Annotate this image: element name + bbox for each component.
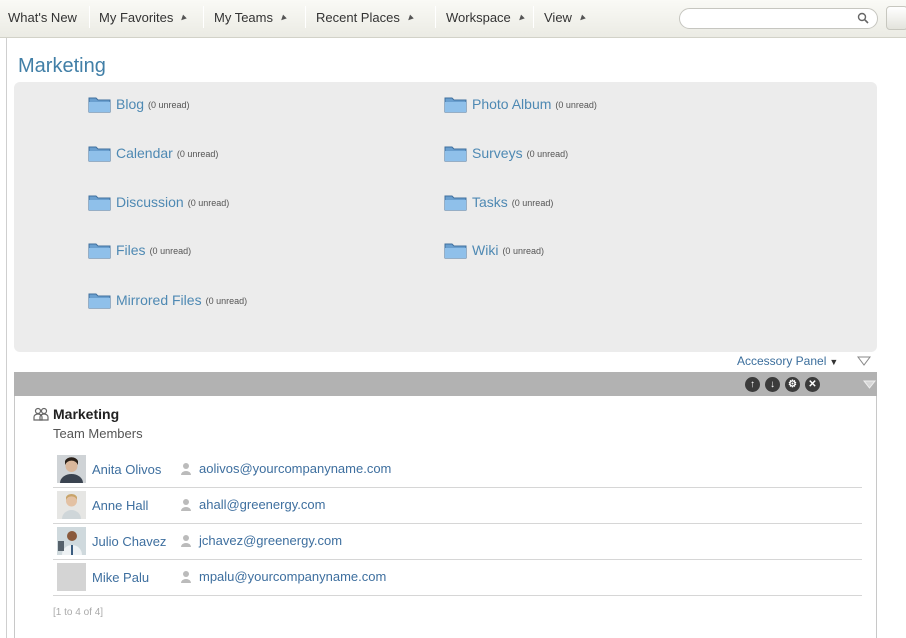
member-name[interactable]: Anne Hall: [92, 498, 148, 513]
nav-divider: [305, 6, 306, 28]
member-name[interactable]: Julio Chavez: [92, 534, 166, 549]
app-link-surveys[interactable]: Surveys (0 unread): [444, 144, 568, 162]
nav-label: My Favorites: [99, 10, 174, 25]
member-row: Anne Hall ahall@greenergy.com: [53, 488, 862, 524]
app-name: Discussion: [116, 194, 184, 210]
folder-icon: [88, 293, 111, 309]
nav-divider: [89, 6, 90, 28]
member-name[interactable]: Mike Palu: [92, 570, 149, 585]
nav-recent-places[interactable]: Recent Places ▼: [316, 10, 417, 25]
app-unread-count: (0 unread): [176, 149, 219, 159]
arrow-down-icon[interactable]: ↓: [765, 377, 780, 392]
app-name: Wiki: [472, 242, 499, 258]
nav-label: What's New: [8, 10, 77, 25]
close-icon[interactable]: ✕: [805, 377, 820, 392]
app-link-photo-album[interactable]: Photo Album (0 unread): [444, 95, 597, 113]
app-link-files[interactable]: Files (0 unread): [88, 241, 191, 259]
pagination-info: [1 to 4 of 4]: [53, 607, 104, 618]
app-name: Blog: [116, 96, 145, 112]
person-icon: [181, 571, 191, 583]
nav-whats-new[interactable]: What's New: [8, 10, 77, 25]
nav-label: Workspace: [446, 10, 511, 25]
gear-icon[interactable]: ⚙: [785, 377, 800, 392]
member-row: Mike Palu mpalu@yourcompanyname.com: [53, 560, 862, 596]
nav-my-favorites[interactable]: My Favorites ▼: [99, 10, 191, 25]
nav-divider: [533, 6, 534, 28]
chevron-down-icon: ▼: [575, 11, 590, 25]
app-link-wiki[interactable]: Wiki (0 unread): [444, 241, 544, 259]
avatar[interactable]: [57, 527, 86, 555]
app-unread-count: (0 unread): [149, 246, 192, 256]
team-subtitle: Team Members: [53, 426, 143, 441]
nav-label: My Teams: [214, 10, 273, 25]
member-name[interactable]: Anita Olivos: [92, 462, 161, 477]
apps-panel: [14, 82, 877, 352]
app-name: Surveys: [472, 145, 523, 161]
nav-my-teams[interactable]: My Teams ▼: [214, 10, 291, 25]
person-icon: [181, 499, 191, 511]
collapse-icon[interactable]: [857, 356, 871, 366]
team-name: Marketing: [53, 406, 120, 422]
app-name: Mirrored Files: [116, 292, 202, 308]
member-email[interactable]: jchavez@greenergy.com: [199, 533, 342, 548]
accessory-panel-label: Accessory Panel: [737, 354, 827, 368]
collapse-icon[interactable]: [863, 380, 876, 389]
chevron-down-icon: ▼: [514, 11, 528, 25]
folder-icon: [444, 97, 467, 113]
app-unread-count: (0 unread): [205, 296, 248, 306]
avatar[interactable]: [57, 455, 86, 483]
app-link-tasks[interactable]: Tasks (0 unread): [444, 193, 553, 211]
search-icon[interactable]: [857, 12, 869, 24]
folder-icon: [88, 97, 111, 113]
chevron-down-icon: ▼: [177, 11, 191, 25]
nav-label: View: [544, 10, 572, 25]
app-link-blog[interactable]: Blog (0 unread): [88, 95, 190, 113]
nav-label: Recent Places: [316, 10, 400, 25]
app-unread-count: (0 unread): [511, 198, 554, 208]
arrow-up-icon[interactable]: ↑: [745, 377, 760, 392]
folder-icon: [88, 243, 111, 259]
content-border: [6, 38, 7, 638]
folder-icon: [444, 146, 467, 162]
app-unread-count: (0 unread): [148, 100, 190, 110]
folder-icon: [88, 195, 111, 211]
folder-icon: [444, 243, 467, 259]
avatar[interactable]: [57, 563, 86, 591]
member-email[interactable]: aolivos@yourcompanyname.com: [199, 461, 391, 476]
app-name: Photo Album: [472, 96, 552, 112]
caret-down-icon: ▼: [829, 357, 839, 367]
app-link-mirrored-files[interactable]: Mirrored Files (0 unread): [88, 291, 247, 309]
nav-workspace[interactable]: Workspace ▼: [446, 10, 528, 25]
folder-icon: [88, 146, 111, 162]
search-input[interactable]: [679, 8, 878, 29]
app-unread-count: (0 unread): [526, 149, 569, 159]
app-unread-count: (0 unread): [555, 100, 597, 110]
chevron-down-icon: ▼: [276, 11, 291, 25]
member-email[interactable]: ahall@greenergy.com: [199, 497, 325, 512]
member-row: Julio Chavez jchavez@greenergy.com: [53, 524, 862, 560]
nav-divider: [435, 6, 436, 28]
accessory-panel-menu[interactable]: Accessory Panel ▼: [737, 354, 838, 368]
page-title: Marketing: [18, 55, 106, 77]
folder-icon: [444, 195, 467, 211]
app-name: Calendar: [116, 145, 173, 161]
app-unread-count: (0 unread): [187, 198, 230, 208]
app-name: Files: [116, 242, 146, 258]
avatar[interactable]: [57, 491, 86, 519]
app-unread-count: (0 unread): [502, 246, 544, 256]
person-icon: [181, 535, 191, 547]
nav-divider: [203, 6, 204, 28]
top-navigation-bar: What's New My Favorites ▼ My Teams ▼ Recen…: [0, 0, 906, 38]
member-row: Anita Olivos aolivos@yourcompanyname.com: [53, 452, 862, 488]
team-icon: [33, 407, 49, 421]
nav-view[interactable]: View ▼: [544, 10, 590, 25]
widget-titlebar: ↑ ↓ ⚙ ✕: [14, 372, 877, 396]
toolbar-edge-button[interactable]: [886, 6, 906, 30]
app-name: Tasks: [472, 194, 508, 210]
member-email[interactable]: mpalu@yourcompanyname.com: [199, 569, 386, 584]
app-link-discussion[interactable]: Discussion (0 unread): [88, 193, 229, 211]
app-link-calendar[interactable]: Calendar (0 unread): [88, 144, 218, 162]
person-icon: [181, 463, 191, 475]
chevron-down-icon: ▼: [403, 11, 417, 25]
